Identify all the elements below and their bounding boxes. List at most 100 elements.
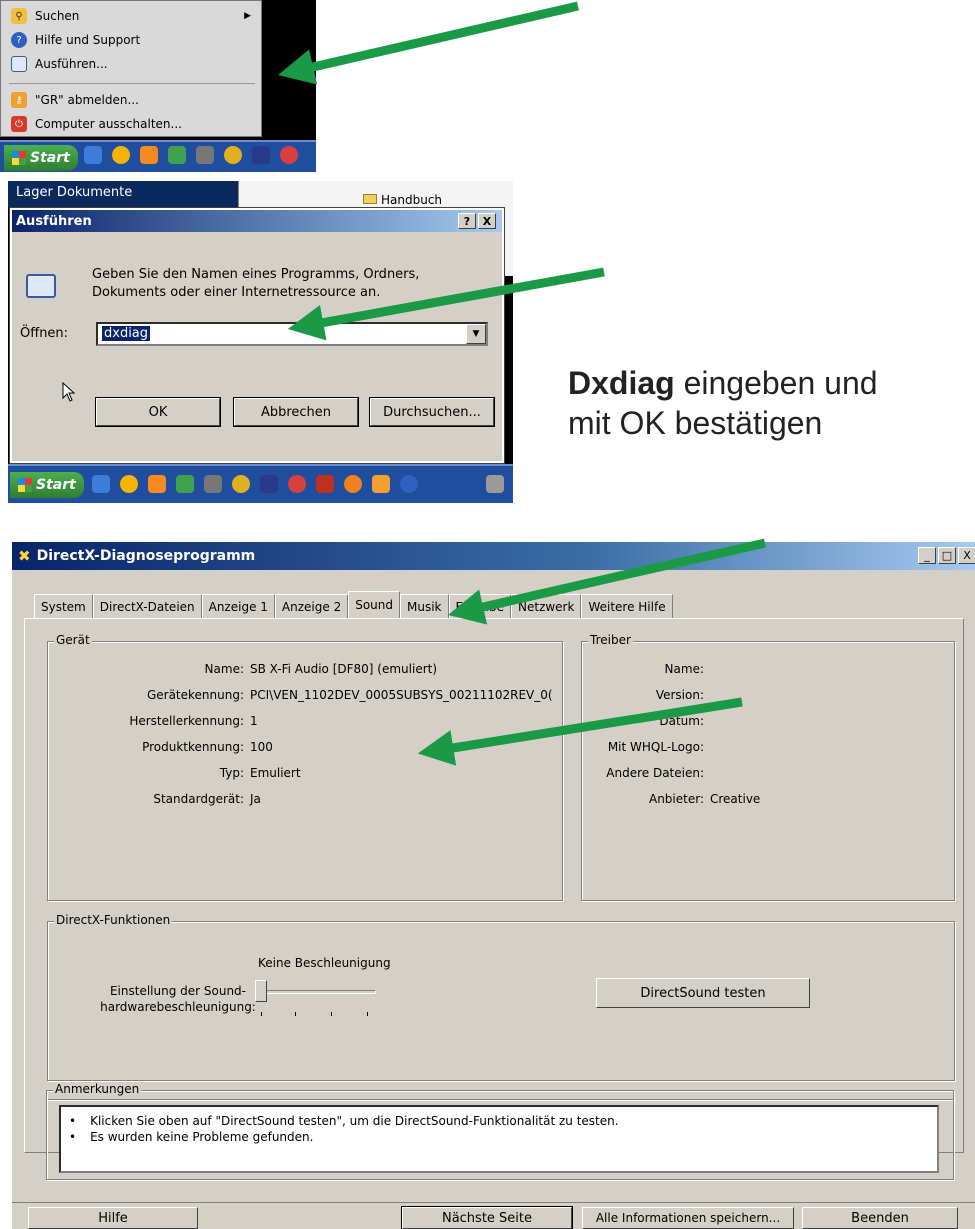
folder-label: Handbuch [381,193,443,207]
run-dialog-screenshot: Lager Dokumente Handbuch Ausführen ? X G… [8,181,513,503]
help-button[interactable]: Hilfe [28,1207,198,1229]
menu-separator [9,83,255,84]
tab-display-1[interactable]: Anzeige 1 [201,594,275,618]
bug-icon[interactable] [232,475,250,493]
driver-date-label: Datum: [659,714,704,728]
ok-button[interactable]: OK [95,397,221,427]
device-group-title: Gerät [54,633,92,647]
camera-icon[interactable] [372,475,390,493]
menu-item-logoff[interactable]: ⚷ "GR" abmelden... [11,89,251,111]
menu-item-search[interactable]: ⚲ Suchen ▶ [11,5,251,27]
accel-slider-thumb[interactable] [255,980,267,1002]
logoff-icon: ⚷ [11,92,27,108]
desktop-item-label: Lager Dokumente [16,185,133,200]
opera-icon[interactable] [280,146,298,164]
save-icon[interactable] [252,146,270,164]
caption-bold: Dxdiag [568,365,675,401]
driver-version-label: Version: [655,688,704,702]
accel-label-line2: hardwarebeschleunigung: [100,1000,256,1014]
start-label: Start [30,150,70,166]
accel-label-line1: Einstellung der Sound- [109,984,247,998]
windows-logo-icon [12,151,26,165]
opera-icon[interactable] [288,475,306,493]
monitor-icon[interactable] [204,475,222,493]
quick-launch [84,146,298,164]
caption-line1: eingeben und [674,365,878,401]
open-input[interactable]: dxdiag [96,322,488,346]
run-dialog-titlebar: Ausführen [12,210,502,232]
browse-button[interactable]: Durchsuchen... [369,397,495,427]
minimize-button[interactable]: _ [918,547,936,564]
clock-icon[interactable] [140,146,158,164]
media-icon[interactable] [112,146,130,164]
tab-music[interactable]: Musik [400,594,449,618]
directx-title: DirectX-Diagnoseprogramm [36,548,256,564]
menu-item-label: Hilfe und Support [35,33,141,47]
directx-functions-group: DirectX-Funktionen Einstellung der Sound… [47,913,955,1081]
menu-item-shutdown[interactable]: ⏻ Computer ausschalten... [11,113,251,135]
media-icon[interactable] [120,475,138,493]
tab-input[interactable]: Eingabe [448,594,511,618]
start-menu-panel: ⚲ Suchen ▶ ? Hilfe und Support Ausführen… [0,0,262,137]
cancel-button[interactable]: Abbrechen [233,397,359,427]
submenu-arrow-icon: ▶ [244,11,251,21]
save-icon[interactable] [260,475,278,493]
help-button[interactable]: ? [458,213,476,229]
menu-item-run[interactable]: Ausführen... [11,53,251,75]
windows-logo-icon [18,478,32,492]
directx-icon: ✖ [18,547,31,565]
windows-icon[interactable] [176,475,194,493]
close-button[interactable]: X [478,213,496,229]
maximize-button[interactable]: □ [938,547,956,564]
default-device-label: Standardgerät: [153,792,244,806]
ie-icon[interactable] [92,475,110,493]
save-all-button[interactable]: Alle Informationen speichern... [582,1207,794,1229]
clock-icon[interactable] [148,475,166,493]
windows-icon[interactable] [168,146,186,164]
search-globe-icon[interactable] [400,475,418,493]
directx-window: ✖ DirectX-Diagnoseprogramm _ □ X System … [10,540,975,1229]
directsound-test-button[interactable]: DirectSound testen [596,978,810,1008]
taskbar: Start [8,464,513,503]
tab-display-2[interactable]: Anzeige 2 [274,594,349,618]
product-id-label: Produktkennung: [142,740,244,754]
note-text: Klicken Sie oben auf "DirectSound testen… [90,1114,619,1128]
help-icon: ? [11,32,27,48]
sound-tab-page: Gerät Name: SB X-Fi Audio [DF80] (emulie… [24,618,964,1153]
start-button[interactable]: Start [4,145,78,171]
explorer-folder-handbuch[interactable]: Handbuch [363,193,442,207]
bullet-icon: • [69,1130,77,1144]
close-button[interactable]: X [958,547,975,564]
next-page-button[interactable]: Nächste Seite [401,1206,573,1229]
ie-icon[interactable] [84,146,102,164]
start-label: Start [36,477,76,493]
menu-item-label: "GR" abmelden... [35,93,139,107]
run-dialog-title: Ausführen [16,213,92,229]
accel-slider-track[interactable] [262,990,376,994]
quick-launch [92,475,418,493]
dropdown-arrow-icon[interactable]: ▼ [466,324,486,344]
note-text: Es wurden keine Probleme gefunden. [90,1130,314,1144]
driver-whql-label: Mit WHQL-Logo: [607,740,704,754]
monitor-icon[interactable] [196,146,214,164]
card-icon[interactable] [316,475,334,493]
driver-group-title: Treiber [588,633,633,647]
default-device-value: Ja [250,792,261,806]
menu-item-help[interactable]: ? Hilfe und Support [11,29,251,51]
slider-tick [331,1012,332,1016]
tab-network[interactable]: Netzwerk [511,594,582,618]
tray-icon[interactable] [486,475,504,493]
open-input-value: dxdiag [102,326,151,341]
directx-titlebar: ✖ DirectX-Diagnoseprogramm [12,542,975,570]
tab-sound[interactable]: Sound [348,591,400,618]
tab-directx-files[interactable]: DirectX-Dateien [92,594,202,618]
tab-more-help[interactable]: Weitere Hilfe [581,594,673,618]
tab-system[interactable]: System [34,594,93,618]
bug-icon[interactable] [224,146,242,164]
type-label: Typ: [219,766,244,780]
start-button[interactable]: Start [10,472,84,498]
exit-button[interactable]: Beenden [802,1207,958,1229]
slider-caption: Keine Beschleunigung [258,956,391,970]
slider-tick [261,1012,262,1016]
firefox-icon[interactable] [344,475,362,493]
